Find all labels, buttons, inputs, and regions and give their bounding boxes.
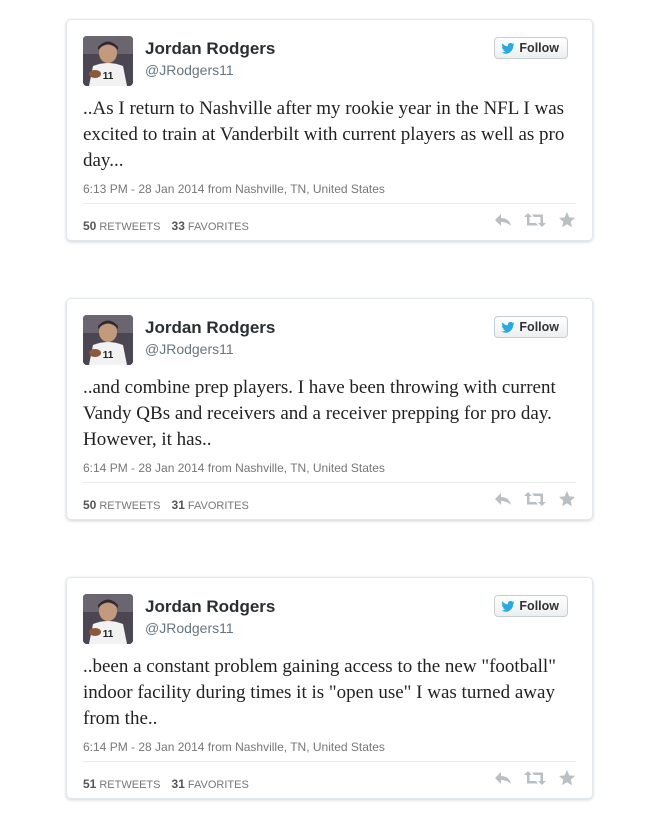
reply-icon[interactable] [494, 490, 512, 508]
divider [83, 203, 576, 204]
retweet-count[interactable]: 50 [83, 498, 96, 512]
retweets-label: RETWEETS [99, 221, 161, 233]
favorite-star-icon[interactable] [558, 769, 576, 787]
tweet-card: 11 Jordan Rodgers @JRodgers11 Follow ..a… [66, 298, 593, 520]
tweet-text: ..been a constant problem gaining access… [83, 656, 556, 729]
twitter-bird-icon [501, 321, 516, 333]
favorite-star-icon[interactable] [558, 490, 576, 508]
favorites-label: FAVORITES [187, 500, 249, 512]
reply-icon[interactable] [494, 769, 512, 787]
tweet-stats: 50 RETWEETS 31 FAVORITES [83, 498, 257, 512]
retweets-label: RETWEETS [99, 779, 161, 791]
author-name[interactable]: Jordan Rodgers [145, 39, 275, 59]
tweet-stats: 50 RETWEETS 33 FAVORITES [83, 219, 257, 233]
favorite-count[interactable]: 33 [172, 219, 185, 233]
retweet-icon[interactable] [524, 490, 546, 508]
follow-button[interactable]: Follow [494, 595, 568, 617]
tweet-card: 11 Jordan Rodgers @JRodgers11 Follow ..b… [66, 577, 593, 799]
favorite-star-icon[interactable] [558, 211, 576, 229]
favorites-label: FAVORITES [187, 221, 249, 233]
retweet-count[interactable]: 50 [83, 219, 96, 233]
tweet-actions [494, 211, 576, 229]
tweet-meta[interactable]: 6:14 PM - 28 Jan 2014 from Nashville, TN… [83, 740, 385, 754]
divider [83, 761, 576, 762]
svg-text:11: 11 [103, 71, 114, 82]
author-handle[interactable]: @JRodgers11 [145, 62, 234, 78]
reply-icon[interactable] [494, 211, 512, 229]
author-handle[interactable]: @JRodgers11 [145, 341, 234, 357]
retweets-label: RETWEETS [99, 500, 161, 512]
follow-label: Follow [519, 41, 559, 55]
divider [83, 482, 576, 483]
retweet-icon[interactable] [524, 769, 546, 787]
tweet-actions [494, 490, 576, 508]
follow-label: Follow [519, 599, 559, 613]
author-handle[interactable]: @JRodgers11 [145, 620, 234, 636]
follow-button[interactable]: Follow [494, 37, 568, 59]
svg-text:11: 11 [103, 629, 114, 640]
favorite-count[interactable]: 31 [172, 777, 185, 791]
follow-label: Follow [519, 320, 559, 334]
tweet-text: ..and combine prep players. I have been … [83, 377, 556, 450]
follow-button[interactable]: Follow [494, 316, 568, 338]
favorite-count[interactable]: 31 [172, 498, 185, 512]
author-name[interactable]: Jordan Rodgers [145, 318, 275, 338]
favorites-label: FAVORITES [187, 779, 249, 791]
tweet-actions [494, 769, 576, 787]
retweet-count[interactable]: 51 [83, 777, 96, 791]
twitter-bird-icon [501, 42, 516, 54]
svg-text:11: 11 [103, 350, 114, 361]
avatar[interactable]: 11 [83, 315, 133, 365]
twitter-bird-icon [501, 600, 516, 612]
tweet-meta[interactable]: 6:14 PM - 28 Jan 2014 from Nashville, TN… [83, 461, 385, 475]
tweet-text: ..As I return to Nashville after my rook… [83, 98, 565, 171]
tweet-stats: 51 RETWEETS 31 FAVORITES [83, 777, 257, 791]
tweet-card: 11 Jordan Rodgers @JRodgers11 Follow ..A… [66, 19, 593, 241]
tweet-meta[interactable]: 6:13 PM - 28 Jan 2014 from Nashville, TN… [83, 182, 385, 196]
avatar[interactable]: 11 [83, 594, 133, 644]
retweet-icon[interactable] [524, 211, 546, 229]
author-name[interactable]: Jordan Rodgers [145, 597, 275, 617]
avatar[interactable]: 11 [83, 36, 133, 86]
